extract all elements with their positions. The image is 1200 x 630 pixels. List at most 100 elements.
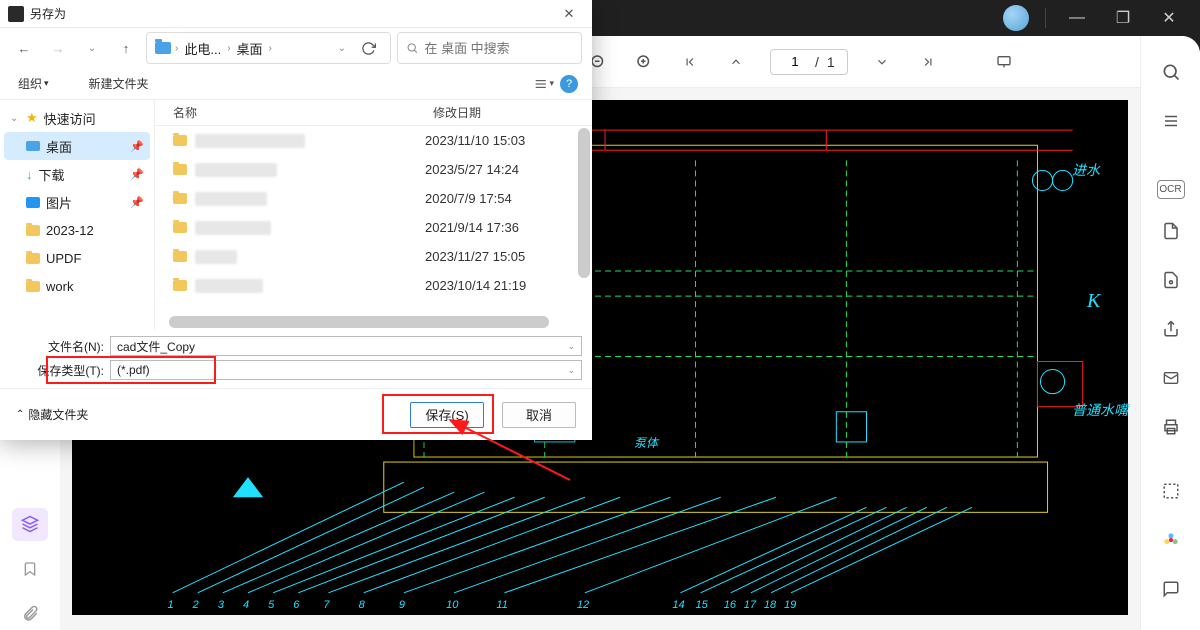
svg-text:2: 2 xyxy=(192,599,199,611)
svg-text:6: 6 xyxy=(293,599,300,611)
page-sep: / xyxy=(815,54,819,70)
column-name[interactable]: 名称 xyxy=(173,104,433,121)
svg-text:8: 8 xyxy=(359,599,366,611)
svg-text:3: 3 xyxy=(218,599,225,611)
maximize-button[interactable]: ❐ xyxy=(1100,0,1146,36)
breadcrumb-dropdown-icon[interactable]: ⌄ xyxy=(338,43,346,54)
view-mode-button[interactable]: ▾ xyxy=(534,74,554,94)
save-button[interactable]: 保存(S) xyxy=(410,402,484,428)
first-page-button[interactable] xyxy=(672,44,708,80)
nav-up-button[interactable]: ↑ xyxy=(112,34,140,62)
dialog-nav: ← → ⌄ ↑ › 此电... › 桌面 › ⌄ xyxy=(0,28,592,68)
filename-label: 文件名(N): xyxy=(10,338,110,355)
svg-text:5: 5 xyxy=(268,599,275,611)
minimize-button[interactable]: — xyxy=(1054,0,1100,36)
attach-icon[interactable] xyxy=(12,597,48,630)
comment-icon[interactable] xyxy=(1153,571,1189,606)
dialog-close-button[interactable]: ✕ xyxy=(554,2,584,26)
help-button[interactable]: ? xyxy=(560,75,578,93)
file-row[interactable]: 2023/5/27 14:24 xyxy=(155,155,592,184)
save-as-dialog: 另存为 ✕ ← → ⌄ ↑ › 此电... › 桌面 › ⌄ 组织 ▾ 新建文件… xyxy=(0,0,592,440)
pin-icon: 📌 xyxy=(130,140,144,153)
page-indicator: / 1 xyxy=(770,49,848,75)
dialog-fields: 文件名(N): cad文件_Copy⌄ 保存类型(T): (*.pdf)⌄ xyxy=(0,330,592,388)
file-list-header: 名称 修改日期 xyxy=(155,100,592,126)
filename-input[interactable]: cad文件_Copy⌄ xyxy=(110,336,582,356)
print-icon[interactable] xyxy=(1153,410,1189,445)
svg-text:15: 15 xyxy=(696,599,709,611)
nav-history-button[interactable]: ⌄ xyxy=(78,34,106,62)
search-box[interactable] xyxy=(397,32,582,64)
page-current-input[interactable] xyxy=(783,54,807,69)
scrollbar-vertical[interactable] xyxy=(578,128,590,278)
svg-text:7: 7 xyxy=(323,599,330,611)
file-row[interactable]: 2023/11/27 15:05 xyxy=(155,242,592,271)
dialog-toolbar: 组织 ▾ 新建文件夹 ▾ ? xyxy=(0,68,592,100)
svg-text:1: 1 xyxy=(168,599,174,611)
close-button[interactable]: ✕ xyxy=(1146,0,1192,36)
cad-label-outlet: 普通水嘴 xyxy=(1072,400,1128,420)
dialog-title: 另存为 xyxy=(30,5,554,22)
column-modified[interactable]: 修改日期 xyxy=(433,104,592,121)
organize-button[interactable]: 组织 ▾ xyxy=(14,73,53,94)
breadcrumb[interactable]: › 此电... › 桌面 › ⌄ xyxy=(146,32,391,64)
svg-text:17: 17 xyxy=(744,599,757,611)
svg-text:12: 12 xyxy=(577,599,589,611)
crop-icon[interactable] xyxy=(1153,473,1189,508)
list-icon[interactable] xyxy=(1153,103,1189,138)
ocr-icon[interactable]: OCR xyxy=(1157,180,1185,200)
tree-desktop[interactable]: 桌面📌 xyxy=(4,132,150,160)
svg-text:14: 14 xyxy=(672,599,684,611)
svg-text:11: 11 xyxy=(496,599,507,611)
last-page-button[interactable] xyxy=(910,44,946,80)
cad-label-inlet: 进水 xyxy=(1072,160,1100,180)
file-row[interactable]: 2020/7/9 17:54 xyxy=(155,184,592,213)
search-icon xyxy=(406,41,418,55)
present-button[interactable] xyxy=(986,44,1022,80)
lock-page-icon[interactable] xyxy=(1153,263,1189,298)
tree-folder-work[interactable]: work xyxy=(4,272,150,300)
scrollbar-horizontal[interactable] xyxy=(169,316,549,328)
tree-folder-updf[interactable]: UPDF xyxy=(4,244,150,272)
svg-text:4: 4 xyxy=(243,599,249,611)
tree-folder-2023-12[interactable]: 2023-12 xyxy=(4,216,150,244)
hide-folders-toggle[interactable]: ⌃隐藏文件夹 xyxy=(16,406,88,423)
svg-text:16: 16 xyxy=(724,599,737,611)
nav-forward-button[interactable]: → xyxy=(44,34,72,62)
breadcrumb-drive-icon xyxy=(155,42,171,54)
chevron-right-icon: › xyxy=(227,43,230,54)
cad-label-pump: 泵体 xyxy=(634,434,658,451)
page-icon[interactable] xyxy=(1153,213,1189,248)
search-input[interactable] xyxy=(424,41,573,56)
tree-downloads[interactable]: ↓下载📌 xyxy=(4,160,150,188)
breadcrumb-pc[interactable]: 此电... xyxy=(182,39,223,58)
layers-icon[interactable] xyxy=(12,508,48,541)
file-row[interactable]: 2021/9/14 17:36 xyxy=(155,213,592,242)
zoom-in-button[interactable] xyxy=(626,44,662,80)
search-icon[interactable] xyxy=(1153,54,1189,89)
file-row[interactable]: 2023/10/14 21:19 xyxy=(155,271,592,300)
share-icon[interactable] xyxy=(1153,312,1189,347)
chevron-right-icon: › xyxy=(269,43,272,54)
refresh-button[interactable] xyxy=(354,34,382,62)
file-row[interactable]: 2023/11/10 15:03 xyxy=(155,126,592,155)
pin-icon: 📌 xyxy=(130,196,144,209)
mail-icon[interactable] xyxy=(1153,361,1189,396)
breadcrumb-desktop[interactable]: 桌面 xyxy=(235,39,265,58)
filetype-select[interactable]: (*.pdf)⌄ xyxy=(110,360,582,380)
flower-icon[interactable] xyxy=(1153,522,1189,557)
dialog-footer: ⌃隐藏文件夹 保存(S) 取消 xyxy=(0,388,592,440)
prev-page-button[interactable] xyxy=(718,44,754,80)
nav-back-button[interactable]: ← xyxy=(10,34,38,62)
svg-text:18: 18 xyxy=(764,599,777,611)
svg-text:10: 10 xyxy=(446,599,459,611)
divider xyxy=(1045,8,1046,28)
new-folder-button[interactable]: 新建文件夹 xyxy=(85,73,153,94)
tree-quick-access[interactable]: ⌄★快速访问 xyxy=(4,104,150,132)
page-total: 1 xyxy=(827,54,835,70)
cancel-button[interactable]: 取消 xyxy=(502,402,576,428)
tree-pictures[interactable]: 图片📌 xyxy=(4,188,150,216)
user-avatar[interactable] xyxy=(1003,5,1029,31)
bookmark-icon[interactable] xyxy=(12,553,48,586)
next-page-button[interactable] xyxy=(864,44,900,80)
